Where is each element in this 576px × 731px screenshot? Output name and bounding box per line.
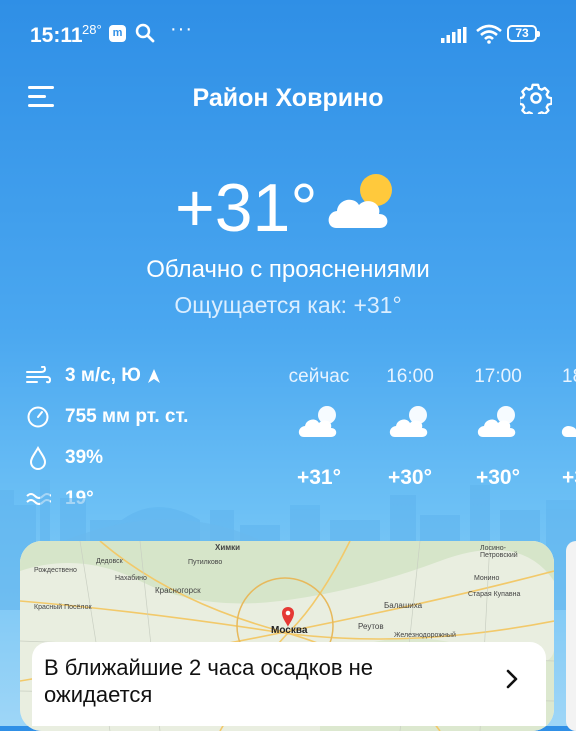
hourly-time: 16:00 xyxy=(386,366,434,387)
app-notification-icon: m xyxy=(109,25,126,42)
condition-text: Облачно с прояснениями xyxy=(146,256,430,283)
status-bar: 15:11 28° m ··· 73 xyxy=(0,0,576,70)
humidity-value: 39% xyxy=(65,447,104,468)
pressure-gauge-icon xyxy=(25,405,51,429)
partly-cloudy-icon xyxy=(298,406,337,437)
next-card-peek[interactable] xyxy=(566,541,576,731)
map-label: Путилково xyxy=(188,559,223,566)
settings-gear-icon[interactable] xyxy=(520,82,552,114)
map-label: Реутов xyxy=(358,622,384,631)
precipitation-forecast-card[interactable]: В ближайшие 2 часа осадков не ожидается xyxy=(32,642,546,726)
pressure-row: 755 мм рт. ст. xyxy=(25,405,188,429)
map-label: Красный Посёлок xyxy=(34,604,92,611)
wind-value: 3 м/с, Ю xyxy=(65,365,141,386)
status-time: 15:11 xyxy=(30,24,83,47)
signal-icon xyxy=(441,27,467,43)
partly-cloudy-icon xyxy=(389,406,428,437)
map-label: Лосино-Петровский xyxy=(480,545,518,559)
feels-like-text: Ощущается как: +31° xyxy=(174,292,402,318)
wind-icon xyxy=(25,364,51,388)
more-notifications-icon: ··· xyxy=(170,18,193,40)
current-temperature: +31° xyxy=(175,170,318,246)
search-notification-icon xyxy=(135,23,155,43)
precipitation-map-card[interactable]: Химки Дедовск Путилково Рождествено Наха… xyxy=(20,541,554,731)
partly-cloudy-icon xyxy=(477,406,516,437)
wind-row: 3 м/с, Ю xyxy=(25,364,161,388)
humidity-row: 39% xyxy=(25,446,103,470)
humidity-drop-icon xyxy=(25,446,51,470)
map-label-city: Москва xyxy=(271,625,308,636)
map-label: Монино xyxy=(474,575,500,582)
partly-cloudy-icon xyxy=(328,174,392,228)
map-label: Рождествено xyxy=(34,567,77,574)
map-label: Нахабино xyxy=(115,575,147,582)
hourly-time: 17:00 xyxy=(474,366,522,387)
map-label: Старая Купавна xyxy=(468,591,521,598)
map-label: Балашиха xyxy=(384,601,423,610)
location-title[interactable]: Район Ховрино xyxy=(0,84,576,113)
battery-icon: 73 xyxy=(507,25,540,42)
map-label: Железнодорожный xyxy=(394,632,456,639)
pressure-value: 755 мм рт. ст. xyxy=(65,406,189,427)
chevron-right-icon[interactable] xyxy=(506,669,518,689)
map-label: Красногорск xyxy=(155,586,201,595)
wifi-icon xyxy=(476,24,502,44)
map-label: Дедовск xyxy=(96,558,123,565)
status-temp: 28° xyxy=(82,22,102,37)
hourly-time: сейчас xyxy=(288,366,350,387)
hourly-time: 18 xyxy=(562,366,576,387)
partly-cloudy-icon xyxy=(561,426,576,437)
precipitation-text: В ближайшие 2 часа осадков не ожидается xyxy=(44,655,374,707)
wind-direction-icon xyxy=(147,369,160,383)
map-label: Химки xyxy=(215,543,241,552)
